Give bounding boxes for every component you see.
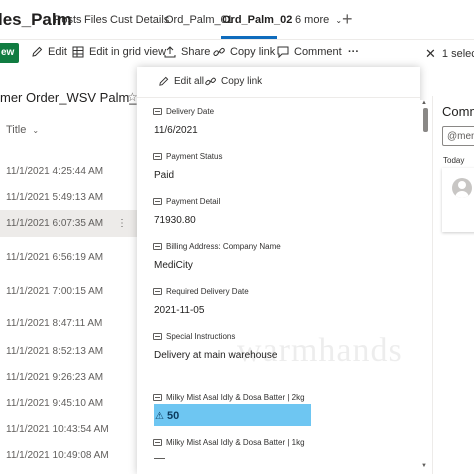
- list-row[interactable]: 11/1/2021 10:43:54 AM: [0, 416, 137, 443]
- edit-grid-label: Edit in grid view: [89, 46, 167, 58]
- text-field-icon: [153, 333, 162, 340]
- list-row[interactable]: 11/1/2021 7:00:15 AM: [0, 278, 137, 305]
- panel-copy-link-label: Copy link: [221, 76, 263, 87]
- field-label-delivery-date: Delivery Date: [153, 107, 214, 116]
- more-options-icon[interactable]: ···: [348, 46, 359, 58]
- field-value-text: 50: [166, 410, 180, 422]
- title-column-header[interactable]: Title ⌄: [6, 124, 39, 136]
- field-value-payment-detail[interactable]: 71930.80: [154, 215, 196, 226]
- link-icon: [213, 47, 225, 56]
- text-field-icon: [153, 288, 162, 295]
- pencil-icon: [32, 46, 43, 57]
- watermark: warmhands: [237, 332, 403, 369]
- tab-files[interactable]: Files: [84, 14, 107, 26]
- field-value-company-name[interactable]: MediCity: [154, 260, 193, 271]
- avatar: [452, 178, 472, 198]
- list-row[interactable]: 11/1/2021 5:49:13 AM: [0, 184, 137, 211]
- pencil-icon: [159, 76, 169, 86]
- grid-icon: [72, 46, 84, 58]
- scrollbar-thumb[interactable]: [423, 108, 428, 132]
- text-field-icon: [153, 198, 162, 205]
- field-label-required-delivery-date: Required Delivery Date: [153, 287, 249, 296]
- comments-title: Comm: [442, 104, 474, 119]
- field-label-special-instructions: Special Instructions: [153, 332, 235, 341]
- add-tab-icon[interactable]: +: [342, 9, 353, 30]
- list-row[interactable]: 11/1/2021 8:47:11 AM: [0, 310, 137, 337]
- comment-icon: [277, 46, 289, 58]
- field-label-company-name: Billing Address: Company Name: [153, 242, 281, 251]
- field-value-batter-2kg[interactable]: ⚠ 50: [155, 410, 179, 422]
- edit-all-label: Edit all: [174, 76, 205, 87]
- field-label-text: Milky Mist Asal Idly & Dosa Batter | 1kg: [166, 438, 305, 447]
- field-label-text: Special Instructions: [166, 332, 236, 341]
- field-value-payment-status[interactable]: Paid: [154, 170, 174, 181]
- tab-cust-details[interactable]: Cust Details: [110, 14, 169, 26]
- active-tab-indicator: [221, 36, 277, 39]
- new-button[interactable]: ew: [0, 43, 19, 63]
- copy-link-button[interactable]: Copy link: [213, 46, 275, 58]
- panel-divider: [137, 97, 420, 98]
- tab-more-label: 6 more: [295, 14, 330, 26]
- close-icon[interactable]: ✕: [425, 46, 436, 62]
- site-nav: les_Palm Posts Files Cust Details Ord_Pa…: [0, 0, 474, 40]
- field-label-batter-2kg: Milky Mist Asal Idly & Dosa Batter | 2kg: [153, 393, 305, 402]
- selection-info[interactable]: ✕ 1 selecte: [425, 46, 474, 62]
- text-field-icon: [153, 243, 162, 250]
- text-field-icon: [153, 153, 162, 160]
- tab-more[interactable]: 6 more ⌄: [295, 14, 342, 26]
- tab-posts[interactable]: Posts: [54, 14, 82, 26]
- field-label-text: Delivery Date: [166, 107, 215, 116]
- comment-button[interactable]: Comment: [277, 46, 342, 58]
- field-label-payment-detail: Payment Detail: [153, 197, 220, 206]
- column-header-label: Title: [6, 124, 27, 136]
- field-label-payment-status: Payment Status: [153, 152, 222, 161]
- chevron-down-icon: ⌄: [32, 125, 40, 135]
- list-row-selected[interactable]: 11/1/2021 6:07:35 AM ⋮: [0, 210, 137, 237]
- share-label: Share: [181, 46, 211, 58]
- text-field-icon: [153, 394, 162, 401]
- chevron-down-icon: ⌄: [335, 16, 343, 25]
- list-row-label: 11/1/2021 6:07:35 AM: [6, 218, 104, 229]
- scroll-up-arrow-icon[interactable]: ▲: [421, 100, 427, 106]
- list-row[interactable]: 11/1/2021 9:26:23 AM: [0, 364, 137, 391]
- comment-input[interactable]: @ment: [442, 126, 474, 146]
- comments-pane: Comm @ment Today: [432, 96, 474, 474]
- field-label-text: Required Delivery Date: [166, 287, 249, 296]
- edit-label: Edit: [48, 46, 67, 58]
- field-label-text: Payment Status: [166, 152, 223, 161]
- field-value-batter-1kg-empty[interactable]: [154, 458, 165, 459]
- share-icon: [164, 46, 176, 58]
- scroll-down-arrow-icon[interactable]: ▼: [421, 463, 427, 469]
- list-row[interactable]: 11/1/2021 9:45:10 AM: [0, 390, 137, 417]
- comment-card[interactable]: [442, 168, 474, 232]
- field-value-delivery-date[interactable]: 11/6/2021: [154, 125, 198, 136]
- list-row[interactable]: 11/1/2021 6:56:19 AM: [0, 244, 137, 271]
- list-row[interactable]: 11/1/2021 4:25:44 AM: [0, 158, 137, 185]
- field-label-text: Payment Detail: [166, 197, 221, 206]
- warning-icon: ⚠: [155, 410, 164, 422]
- command-bar: ew Edit Edit in grid view Share Copy lin…: [0, 40, 474, 66]
- share-button[interactable]: Share: [164, 46, 210, 58]
- panel-copy-link-button[interactable]: Copy link: [205, 76, 262, 87]
- field-label-batter-1kg: Milky Mist Asal Idly & Dosa Batter | 1kg: [153, 438, 305, 447]
- field-label-text: Billing Address: Company Name: [166, 242, 281, 251]
- tab-ord-palm-02[interactable]: Ord_Palm_02: [222, 14, 292, 26]
- panel-scrollbar[interactable]: [419, 100, 429, 474]
- copy-link-label: Copy link: [230, 46, 276, 58]
- list-row[interactable]: 11/1/2021 8:52:13 AM: [0, 338, 137, 365]
- edit-grid-button[interactable]: Edit in grid view: [72, 46, 166, 58]
- field-value-required-delivery-date[interactable]: 2021-11-05: [154, 305, 204, 316]
- comments-date-group: Today: [443, 156, 465, 165]
- text-field-icon: [153, 108, 162, 115]
- text-field-icon: [153, 439, 162, 446]
- list-row[interactable]: 11/1/2021 10:49:08 AM: [0, 442, 137, 469]
- link-icon: [205, 77, 216, 86]
- selected-count-label: 1 selecte: [441, 48, 474, 60]
- item-details-panel: Edit all Copy link Delivery Date 11/6/20…: [137, 67, 420, 474]
- field-label-text: Milky Mist Asal Idly & Dosa Batter | 2kg: [166, 393, 305, 402]
- edit-all-button[interactable]: Edit all: [158, 76, 204, 87]
- comment-label: Comment: [294, 46, 342, 58]
- row-more-icon[interactable]: ⋮: [117, 210, 127, 237]
- edit-button[interactable]: Edit: [31, 46, 67, 58]
